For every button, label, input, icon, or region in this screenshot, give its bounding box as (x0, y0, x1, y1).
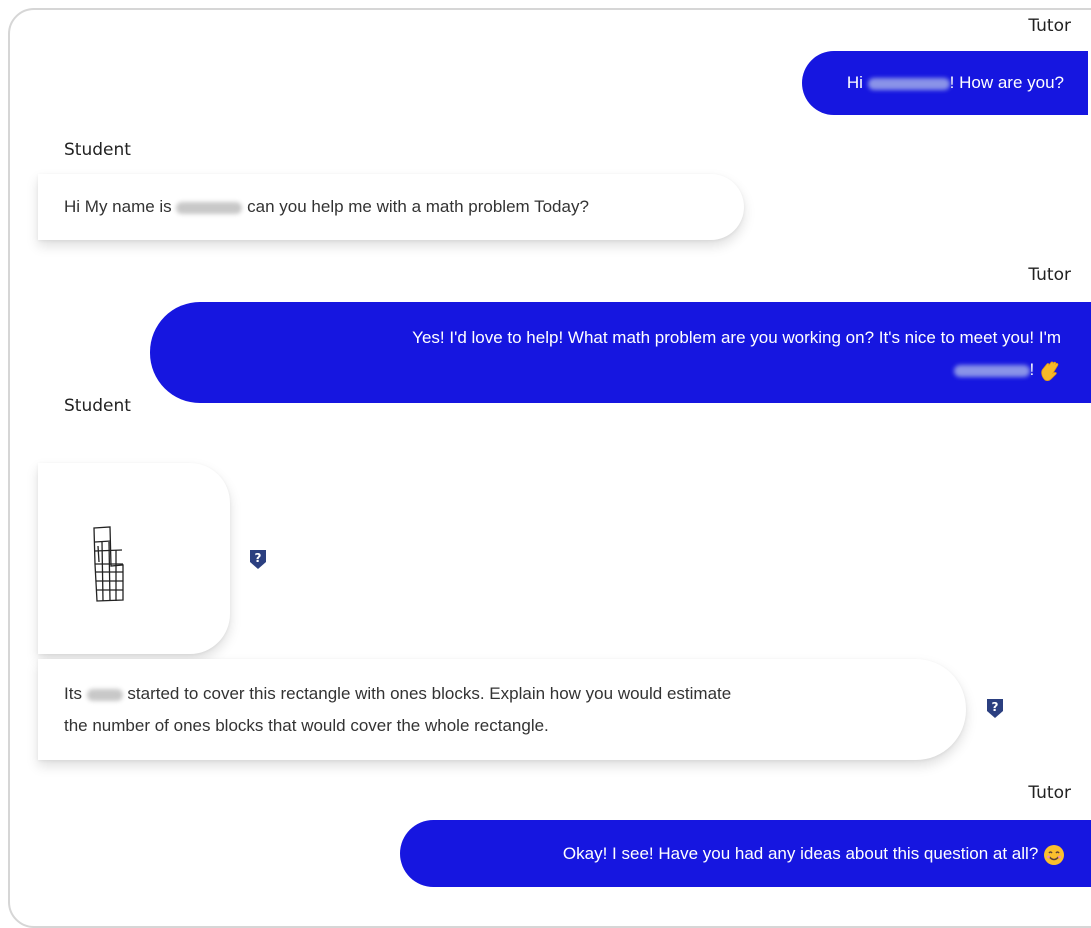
tutor-message-bubble: Okay! I see! Have you had any ideas abou… (400, 820, 1091, 887)
role-label-tutor: Tutor (1028, 16, 1071, 36)
student-message-bubble: Its started to cover this rectangle with… (38, 659, 966, 760)
message-text-line: Its started to cover this rectangle with… (64, 678, 966, 710)
message-text: ! (1029, 360, 1039, 379)
svg-text:?: ? (255, 551, 262, 565)
role-label-student: Student (64, 396, 131, 416)
student-image-attachment[interactable] (38, 463, 230, 654)
grid-rectangle-sketch (93, 526, 124, 602)
student-message-bubble: Hi My name is can you help me with a mat… (38, 174, 744, 240)
message-text: Hi (846, 73, 868, 92)
message-text: can you help me with a math problem Toda… (242, 197, 589, 216)
message-text: Its (64, 684, 87, 703)
message-text: Okay! I see! Have you had any ideas abou… (562, 844, 1043, 863)
message-text: ! How are you? (949, 73, 1064, 92)
redacted-name (867, 77, 950, 90)
role-label-tutor: Tutor (1028, 783, 1071, 803)
role-label-student: Student (64, 140, 131, 160)
smiling-face-emoji (1044, 844, 1064, 865)
message-text-line: ! (150, 354, 1061, 386)
waving-hand-emoji (1041, 361, 1059, 381)
svg-text:?: ? (992, 700, 999, 714)
redacted-name (176, 201, 243, 214)
question-shield-icon[interactable]: ? (248, 548, 268, 570)
message-text: started to cover this rectangle with one… (122, 684, 732, 703)
tutor-message-bubble: Yes! I'd love to help! What math problem… (150, 302, 1091, 403)
message-text-line: Yes! I'd love to help! What math problem… (412, 328, 1061, 347)
message-text-line: the number of ones blocks that would cov… (64, 716, 549, 735)
redacted-name (86, 688, 123, 701)
redacted-name (953, 364, 1030, 377)
tutor-message-bubble: Hi ! How are you? (802, 51, 1088, 115)
message-text: Hi My name is (64, 197, 177, 216)
role-label-tutor: Tutor (1028, 265, 1071, 285)
question-shield-icon[interactable]: ? (985, 697, 1005, 719)
